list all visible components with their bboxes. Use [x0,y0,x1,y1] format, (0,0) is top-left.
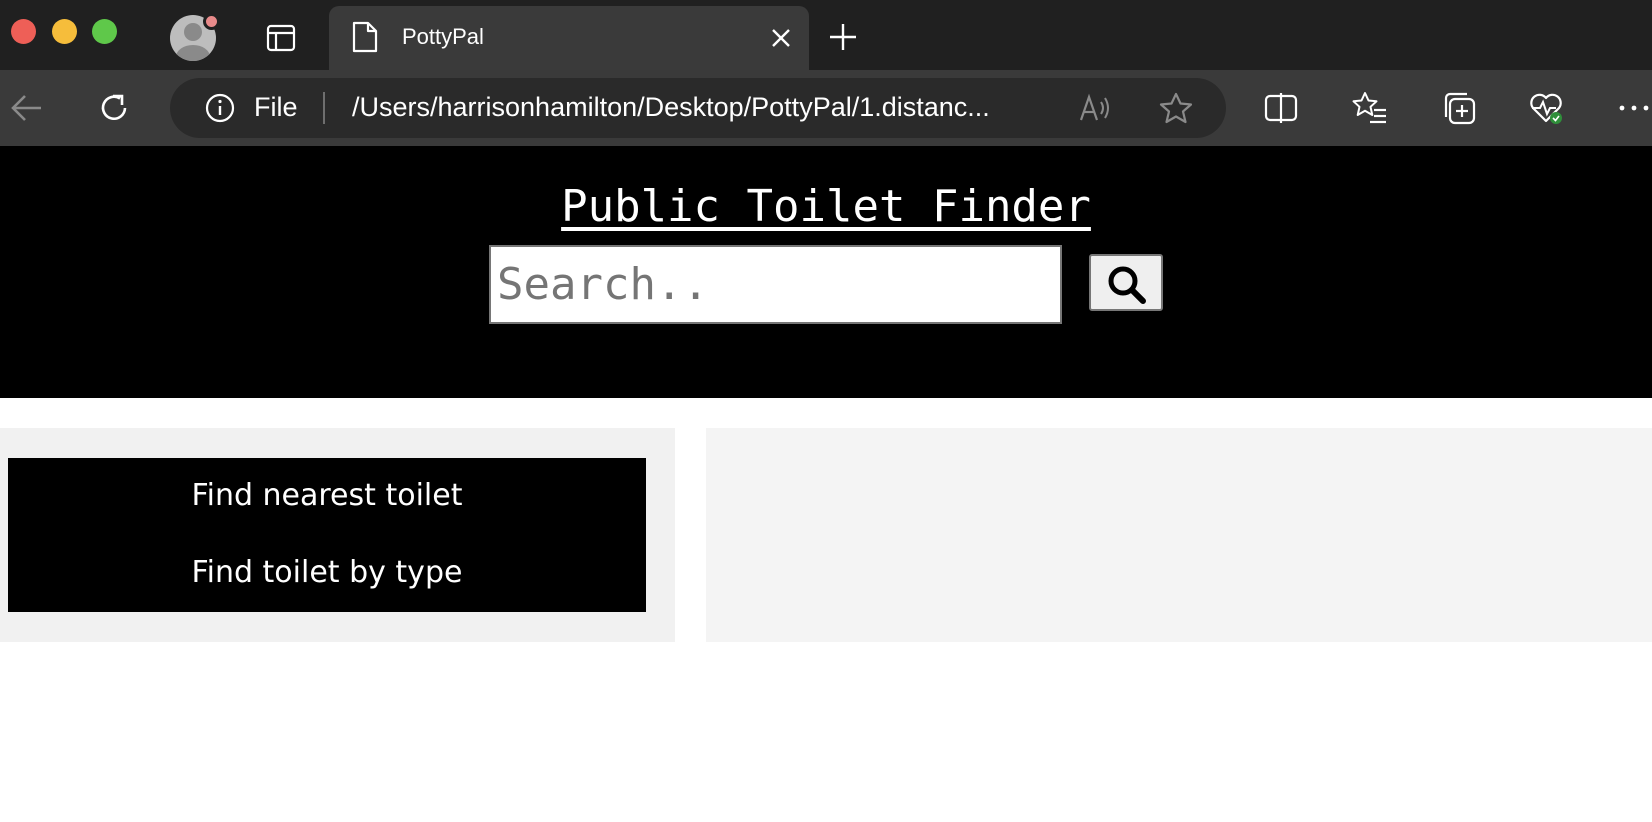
menu-box: Find nearest toilet Find toilet by type [8,458,646,612]
find-toilet-by-type-link[interactable]: Find toilet by type [8,555,646,590]
browser-tab-strip: PottyPal [0,0,1652,70]
site-header: Public Toilet Finder [0,146,1652,398]
results-panel [706,428,1652,642]
tab-actions-icon[interactable] [265,22,297,54]
split-screen-icon[interactable] [1263,90,1299,126]
search-button[interactable] [1089,254,1163,311]
info-icon[interactable] [204,92,236,124]
find-nearest-toilet-link[interactable]: Find nearest toilet [8,478,646,513]
search-icon [1108,266,1146,304]
new-tab-icon[interactable] [828,22,858,52]
menu-panel: Find nearest toilet Find toilet by type [0,428,675,642]
address-scheme-label: File [254,92,298,122]
page-title[interactable]: Public Toilet Finder [0,181,1652,232]
collections-icon[interactable] [1441,90,1477,126]
more-icon[interactable] [1616,90,1652,126]
notification-dot [203,13,220,30]
minimize-window-button[interactable] [52,19,77,44]
tab-title: PottyPal [402,24,484,49]
address-bar[interactable]: File /Users/harrisonhamilton/Desktop/Pot… [170,78,1226,138]
browser-essentials-icon[interactable] [1528,90,1564,126]
address-separator [323,92,325,124]
browser-toolbar: File /Users/harrisonhamilton/Desktop/Pot… [0,70,1652,146]
address-url[interactable]: /Users/harrisonhamilton/Desktop/PottyPal… [352,92,1032,123]
arrow-left-icon[interactable] [8,90,44,126]
reload-icon[interactable] [96,90,132,126]
star-icon[interactable] [1158,91,1194,125]
maximize-window-button[interactable] [92,19,117,44]
search-input[interactable] [489,245,1062,324]
close-window-button[interactable] [11,19,36,44]
read-aloud-icon[interactable] [1078,92,1112,124]
active-tab[interactable]: PottyPal [329,6,809,70]
favorites-list-icon[interactable] [1352,90,1388,126]
document-icon [352,21,378,53]
page-content: Public Toilet Finder Find nearest toilet… [0,146,1652,822]
close-tab-icon[interactable] [769,26,793,50]
